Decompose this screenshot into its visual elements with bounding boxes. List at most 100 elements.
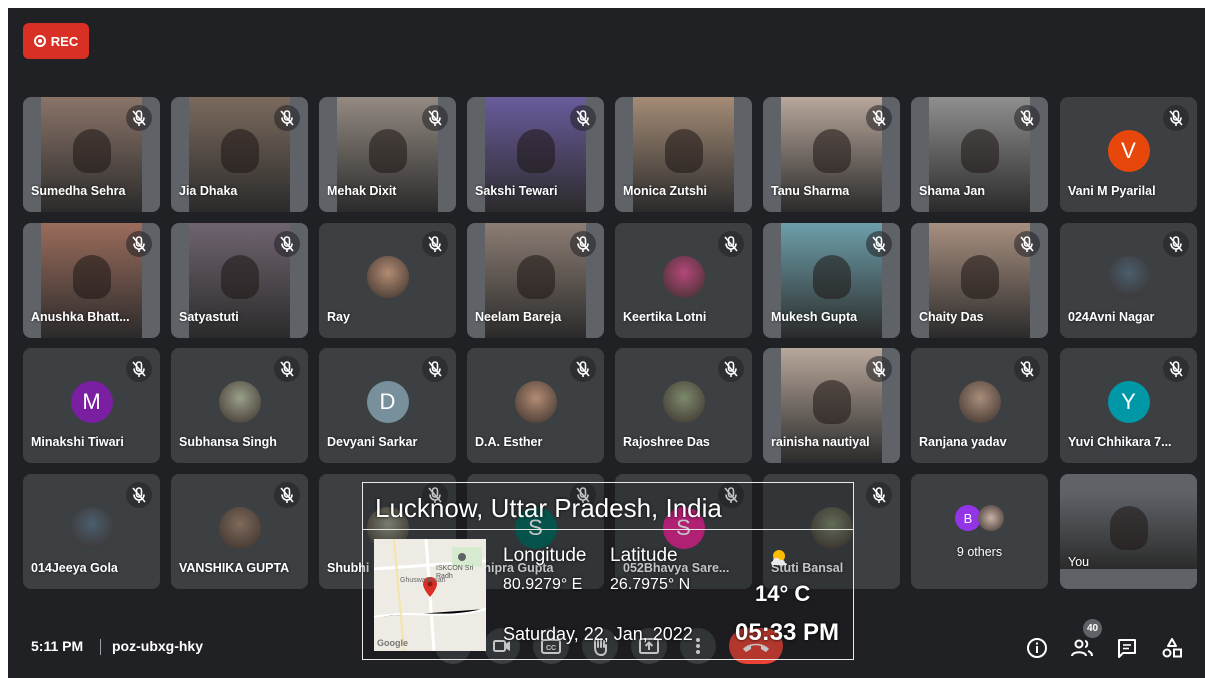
participant-tile[interactable]: Neelam Bareja (467, 223, 604, 338)
mic-off-icon (1014, 105, 1040, 131)
participant-name: Anushka Bhatt... (31, 310, 130, 324)
participant-tile[interactable]: VANSHIKA GUPTA (171, 474, 308, 589)
mic-off-icon (570, 356, 596, 382)
participant-tile[interactable]: Rajoshree Das (615, 348, 752, 463)
location-title: Lucknow, Uttar Pradesh, India (375, 493, 722, 523)
participant-tile[interactable]: Sakshi Tewari (467, 97, 604, 212)
temperature: 14° C (755, 581, 811, 606)
location-map: ISKCON Sri Radh Ghuswa Kalan Google (374, 539, 486, 651)
longitude-value: 80.9279° E (503, 576, 583, 593)
participant-tile[interactable]: D.A. Esther (467, 348, 604, 463)
participant-name: Minakshi Tiwari (31, 435, 124, 449)
participant-name: Satyastuti (179, 310, 239, 324)
mic-off-icon (866, 356, 892, 382)
participant-tile[interactable]: Tanu Sharma (763, 97, 900, 212)
participant-count-badge: 40 (1083, 619, 1102, 638)
map-label-area: Ghuswa Kalan (400, 577, 446, 584)
participant-tile[interactable]: 014Jeeya Gola (23, 474, 160, 589)
mic-off-icon (866, 482, 892, 508)
meeting-time: 5:11 PM (31, 638, 84, 654)
participant-tile[interactable]: Monica Zutshi (615, 97, 752, 212)
chat-button[interactable] (1115, 636, 1139, 660)
participant-name: Rajoshree Das (623, 435, 710, 449)
participant-tile[interactable]: You (1060, 474, 1197, 589)
participant-tile[interactable]: rainisha nautiyal (763, 348, 900, 463)
participant-name: Subhansa Singh (179, 435, 277, 449)
participant-silhouette (220, 129, 259, 173)
participant-silhouette (812, 255, 851, 299)
participant-tile[interactable]: Chaity Das (911, 223, 1048, 338)
participant-name: Yuvi Chhikara 7... (1068, 435, 1172, 449)
participant-silhouette (1109, 506, 1148, 550)
avatar (662, 381, 705, 424)
participant-name: 014Jeeya Gola (31, 561, 118, 575)
participant-name: Sumedha Sehra (31, 184, 126, 198)
avatar (978, 505, 1004, 531)
participant-tile[interactable]: Ranjana yadav (911, 348, 1048, 463)
participant-tile[interactable]: V Vani M Pyarilal (1060, 97, 1197, 212)
participant-tile[interactable]: Keertika Lotni (615, 223, 752, 338)
participant-tile[interactable]: Subhansa Singh (171, 348, 308, 463)
longitude-label: Longitude (503, 545, 587, 566)
recording-label: REC (50, 33, 79, 49)
mic-off-icon (274, 105, 300, 131)
people-button[interactable] (1070, 636, 1094, 660)
participant-tile[interactable]: B9 others (911, 474, 1048, 589)
participant-tile[interactable]: Satyastuti (171, 223, 308, 338)
participant-tile[interactable]: Ray (319, 223, 456, 338)
participant-name: You (1068, 555, 1090, 569)
geotag-overlay: Lucknow, Uttar Pradesh, India ISKCON Sri… (362, 482, 854, 660)
avatar (218, 507, 261, 550)
participant-silhouette (812, 129, 851, 173)
recording-indicator: REC (23, 23, 89, 59)
participant-tile[interactable]: Jia Dhaka (171, 97, 308, 212)
participant-name: Jia Dhaka (179, 184, 238, 198)
record-icon (33, 35, 46, 47)
mic-off-icon (274, 231, 300, 257)
mic-off-icon (570, 105, 596, 131)
date-stamp: Saturday, 22, Jan, 2022 (503, 624, 693, 644)
participant-name: Ranjana yadav (919, 435, 1007, 449)
clock-stamp: 05:33 PM (735, 619, 840, 646)
participant-tile[interactable]: Mehak Dixit (319, 97, 456, 212)
participant-name: 024Avni Nagar (1068, 310, 1155, 324)
participant-silhouette (72, 129, 111, 173)
mic-off-icon (570, 231, 596, 257)
participant-tile[interactable]: Anushka Bhatt... (23, 223, 160, 338)
activities-icon (1162, 638, 1182, 658)
participant-name: Tanu Sharma (771, 184, 850, 198)
participant-tile[interactable]: M Minakshi Tiwari (23, 348, 160, 463)
avatar (662, 256, 705, 299)
avatar (958, 381, 1001, 424)
participant-silhouette (516, 129, 555, 173)
mic-off-icon (1014, 356, 1040, 382)
mic-off-icon (866, 105, 892, 131)
avatar: D (366, 381, 409, 424)
meeting-code[interactable]: poz-ubxg-hky (112, 638, 203, 654)
participant-tile[interactable]: Mukesh Gupta (763, 223, 900, 338)
info-icon (1027, 638, 1047, 658)
mic-off-icon (422, 231, 448, 257)
overlay-divider (363, 529, 853, 530)
participant-name: rainisha nautiyal (771, 435, 870, 449)
people-icon (1071, 639, 1093, 657)
participant-name: Mehak Dixit (327, 184, 397, 198)
participant-silhouette (72, 255, 111, 299)
participant-name: Chaity Das (919, 310, 984, 324)
meeting-details-button[interactable] (1025, 636, 1049, 660)
mic-off-icon (274, 482, 300, 508)
participant-tile[interactable]: D Devyani Sarkar (319, 348, 456, 463)
mic-off-icon (718, 231, 744, 257)
participant-tile[interactable]: Shama Jan (911, 97, 1048, 212)
participant-name: 9 others (956, 545, 1003, 559)
participant-tile[interactable]: 024Avni Nagar (1060, 223, 1197, 338)
participant-name: Shama Jan (919, 184, 986, 198)
avatar: V (1107, 130, 1150, 173)
activities-button[interactable] (1160, 636, 1184, 660)
participant-tile[interactable]: Y Yuvi Chhikara 7... (1060, 348, 1197, 463)
map-graphic (374, 539, 486, 651)
mic-off-icon (126, 105, 152, 131)
participant-tile[interactable]: Sumedha Sehra (23, 97, 160, 212)
latitude-label: Latitude (610, 545, 678, 566)
google-logo: Google (377, 638, 408, 648)
